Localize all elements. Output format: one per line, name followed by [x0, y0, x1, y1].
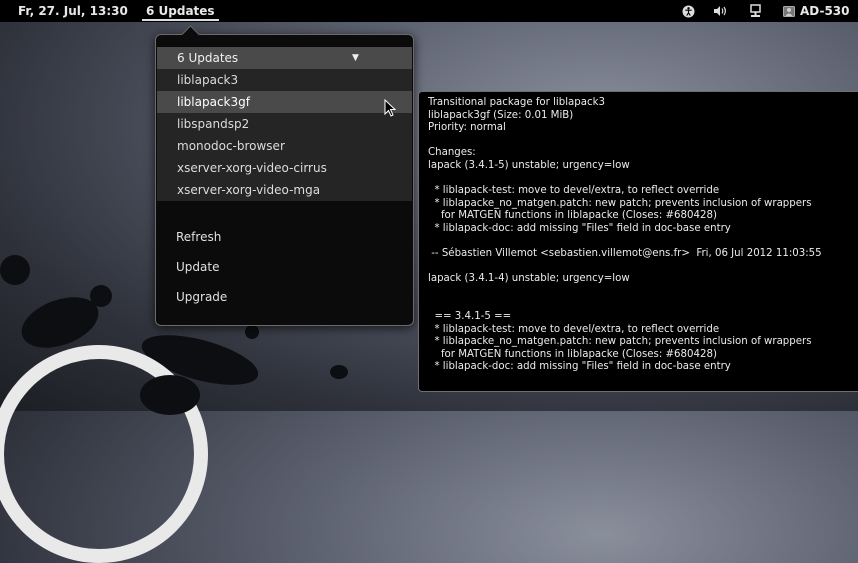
wallpaper-splat — [140, 375, 200, 415]
mouse-pointer-icon — [384, 99, 396, 117]
changelog-tooltip: Transitional package for liblapack3 libl… — [418, 91, 858, 392]
clock[interactable]: Fr, 27. Jul, 13:30 — [18, 0, 128, 22]
menu-header[interactable]: 6 Updates ▼ — [157, 47, 412, 69]
wallpaper-splat — [245, 325, 259, 339]
chevron-down-icon: ▼ — [352, 53, 359, 63]
menu-header-label: 6 Updates — [177, 51, 239, 65]
package-item[interactable]: monodoc-browser — [157, 135, 412, 157]
changelog-text: Transitional package for liblapack3 libl… — [428, 97, 822, 373]
volume-icon[interactable] — [712, 0, 728, 22]
upgrade-button[interactable]: Upgrade — [176, 290, 227, 304]
refresh-button[interactable]: Refresh — [176, 230, 221, 244]
wallpaper-splat — [90, 285, 112, 307]
top-panel: Fr, 27. Jul, 13:30 6 Updates AD-530 — [0, 0, 858, 22]
package-item[interactable]: libspandsp2 — [157, 113, 412, 135]
wallpaper-splat — [0, 255, 30, 285]
update-button[interactable]: Update — [176, 260, 219, 274]
updates-indicator[interactable]: 6 Updates — [142, 0, 219, 22]
updates-menu: 6 Updates ▼ liblapack3 liblapack3gf libs… — [155, 25, 414, 326]
user-icon — [783, 5, 795, 17]
menu-pointer — [181, 25, 200, 44]
package-item[interactable]: xserver-xorg-video-mga — [157, 179, 412, 201]
active-underline — [142, 19, 219, 21]
updates-indicator-label: 6 Updates — [146, 4, 215, 18]
package-item[interactable]: xserver-xorg-video-cirrus — [157, 157, 412, 179]
package-item[interactable]: liblapack3gf — [157, 91, 412, 113]
user-label: AD-530 — [800, 4, 850, 18]
user-menu[interactable]: AD-530 — [783, 0, 850, 22]
package-list: liblapack3 liblapack3gf libspandsp2 mono… — [157, 69, 412, 201]
accessibility-icon[interactable] — [680, 0, 696, 22]
package-item[interactable]: liblapack3 — [157, 69, 412, 91]
network-icon[interactable] — [748, 0, 762, 22]
wallpaper-splat — [330, 365, 348, 379]
